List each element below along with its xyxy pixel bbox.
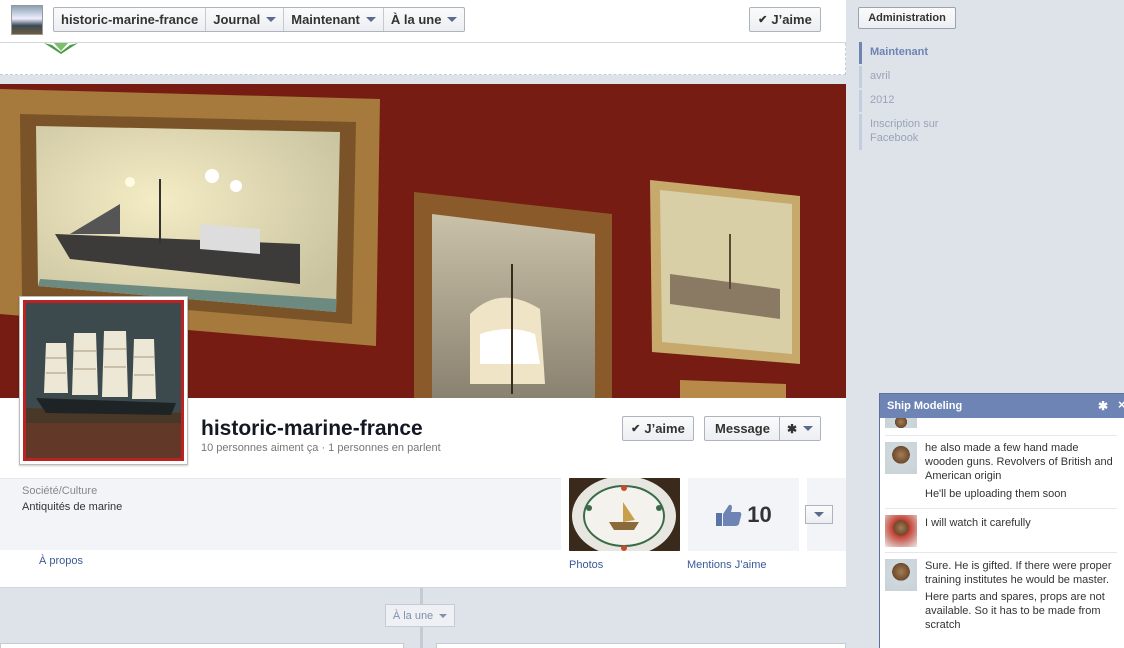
- chat-message: I will watch it carefully: [885, 508, 1117, 551]
- message-label: Message: [715, 421, 770, 436]
- more-button[interactable]: [805, 505, 833, 524]
- chat-message-text: I will watch it carefully: [925, 517, 1031, 529]
- like-label: J’aime: [771, 12, 812, 27]
- maintenant-dropdown[interactable]: Maintenant: [284, 8, 384, 31]
- avatar: [885, 559, 917, 591]
- maintenant-label: Maintenant: [291, 12, 360, 27]
- message-button[interactable]: Message: [704, 416, 780, 441]
- likes-count: 10: [747, 501, 772, 527]
- page-name-label: historic-marine-france: [61, 12, 199, 27]
- about-box: Société/Culture Antiquités de marine: [0, 478, 561, 550]
- timeline-a-la-une-button[interactable]: À la une: [385, 604, 455, 627]
- avatar: [885, 515, 917, 547]
- close-icon[interactable]: ×: [1118, 397, 1124, 412]
- chat-message-fragment: [885, 418, 1117, 434]
- photos-link[interactable]: Photos: [569, 559, 603, 571]
- chat-message-text: he also made a few hand made wooden guns…: [925, 442, 1113, 482]
- profile-picture[interactable]: [19, 296, 188, 465]
- settings-dropdown-button[interactable]: ✱: [779, 416, 821, 441]
- chevron-down-icon: [814, 512, 824, 517]
- profile-name: historic-marine-france: [201, 417, 423, 440]
- chat-message-text: Here parts and spares, props are not ava…: [925, 591, 1105, 631]
- page-thumbnail[interactable]: [11, 5, 43, 35]
- ship-model-image: [26, 303, 181, 458]
- page-name-link[interactable]: historic-marine-france: [54, 8, 207, 31]
- profile-like-button[interactable]: ✔ J’aime: [622, 416, 694, 441]
- timeline-card: [0, 643, 404, 648]
- gear-icon: ✱: [786, 421, 798, 436]
- ship-model-photo: [23, 300, 184, 461]
- administration-button[interactable]: Administration: [858, 7, 956, 29]
- chat-message-text: He'll be uploading them soon: [925, 488, 1067, 500]
- chat-message: Sure. He is gifted. If there were proper…: [885, 552, 1117, 648]
- chat-message-text: Sure. He is gifted. If there were proper…: [925, 560, 1112, 586]
- timeline-scrubber: Maintenant avril 2012 Inscription sur Fa…: [859, 42, 979, 152]
- chat-header[interactable]: Ship Modeling ✱ ×: [880, 394, 1124, 418]
- scrubber-item-inscription[interactable]: Inscription sur Facebook: [859, 114, 979, 150]
- timeline-card: [436, 643, 846, 648]
- apropos-link[interactable]: À propos: [39, 555, 83, 567]
- chevron-down-icon: [447, 17, 458, 22]
- chevron-down-icon: [266, 17, 277, 22]
- main-column: historic-marine-france Journal Maintenan…: [0, 0, 846, 648]
- journal-label: Journal: [213, 12, 261, 27]
- likes-box[interactable]: 10: [688, 478, 799, 551]
- a-la-une-dropdown[interactable]: À la une: [384, 8, 465, 31]
- gear-icon[interactable]: ✱: [1098, 399, 1108, 413]
- category-label: Société/Culture: [22, 485, 98, 497]
- scrubber-item-2012[interactable]: 2012: [859, 90, 979, 112]
- chevron-down-icon: [803, 426, 814, 431]
- administration-label: Administration: [868, 12, 946, 24]
- plate-image: [569, 478, 680, 551]
- thumbs-up-icon: [716, 504, 742, 526]
- profile-stats: 10 personnes aiment ça · 1 personnes en …: [201, 442, 441, 454]
- a-la-une-label: À la une: [390, 12, 442, 27]
- plant-icon: [44, 43, 78, 54]
- nav-button-group: historic-marine-france Journal Maintenan…: [53, 7, 466, 32]
- page-info-strip: Société/Culture Antiquités de marine À p…: [0, 478, 846, 588]
- chat-message: he also made a few hand made wooden guns…: [885, 435, 1117, 507]
- check-icon: ✔: [631, 423, 641, 435]
- journal-dropdown[interactable]: Journal: [206, 8, 285, 31]
- check-icon: ✔: [758, 14, 768, 26]
- a-la-une-label: À la une: [392, 609, 434, 622]
- chevron-down-icon: [439, 613, 448, 618]
- avatar: [885, 442, 917, 474]
- subcategory-label: Antiquités de marine: [22, 501, 123, 513]
- chevron-down-icon: [365, 17, 376, 22]
- scrubber-item-avril[interactable]: avril: [859, 66, 979, 88]
- scrubber-item-maintenant[interactable]: Maintenant: [859, 42, 979, 64]
- mentions-link[interactable]: Mentions J’aime: [687, 559, 766, 571]
- top-navigation-bar: historic-marine-france Journal Maintenan…: [0, 0, 846, 43]
- avatar: [885, 418, 917, 428]
- chat-window: Ship Modeling ✱ × he also made a few han…: [879, 393, 1124, 648]
- top-like-button[interactable]: ✔ J’aime: [749, 7, 821, 32]
- chat-title: Ship Modeling: [887, 400, 963, 412]
- header-spacer: [0, 43, 846, 75]
- photos-thumbnail[interactable]: [569, 478, 680, 551]
- like-label: J’aime: [644, 421, 685, 436]
